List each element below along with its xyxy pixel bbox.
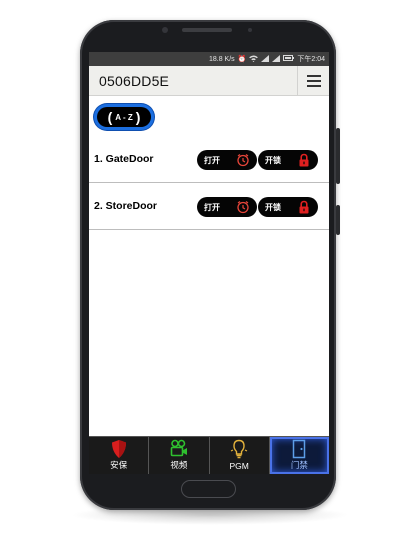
tab-pgm[interactable]: PGM (208, 436, 269, 474)
home-button[interactable] (181, 480, 236, 498)
status-bar: 18.8 K/s ⏰ 下午2:04 (89, 52, 329, 66)
shield-icon (111, 440, 126, 458)
sort-label: A - Z (115, 112, 133, 122)
app-screen: 18.8 K/s ⏰ 下午2:04 0506DD5E ( A - Z ) 1. … (89, 52, 329, 474)
unlock-door-button[interactable]: 开锁 (258, 197, 318, 217)
menu-button[interactable] (297, 66, 329, 95)
alarm-icon: ⏰ (237, 56, 247, 63)
hamburger-menu-icon (307, 75, 321, 77)
earpiece-speaker (182, 28, 232, 32)
door-name: 1. GateDoor (94, 153, 154, 165)
open-door-button[interactable]: 打开 (197, 197, 257, 217)
volume-button (336, 128, 340, 184)
door-name: 2. StoreDoor (94, 200, 158, 212)
tab-video[interactable]: 视频 (148, 436, 209, 474)
door-row: 2. StoreDoor 打开 开锁 (89, 183, 329, 230)
door-icon (293, 439, 306, 459)
power-button (336, 205, 340, 235)
front-camera (162, 27, 168, 33)
bottom-tab-bar: 安保 视频 PGM 门禁 (89, 436, 329, 474)
open-door-button[interactable]: 打开 (197, 150, 257, 170)
proximity-sensor (248, 28, 252, 32)
unlock-door-button[interactable]: 开锁 (258, 150, 318, 170)
bulb-icon (230, 439, 248, 459)
page-title: 0506DD5E (99, 73, 170, 89)
battery-icon (283, 55, 295, 63)
lock-icon (299, 153, 309, 167)
tab-security[interactable]: 安保 (89, 436, 149, 474)
door-row: 1. GateDoor 打开 开锁 (89, 136, 329, 183)
lock-icon (299, 200, 309, 214)
clock-time: 下午2:04 (297, 56, 325, 63)
wifi-icon (249, 54, 259, 64)
sort-icon: ( (107, 109, 113, 125)
video-camera-icon (170, 439, 187, 457)
signal-icon (272, 54, 281, 64)
app-header: 0506DD5E (89, 66, 329, 96)
sort-az-button[interactable]: ( A - Z ) (94, 104, 154, 130)
network-speed: 18.8 K/s (208, 55, 235, 63)
clock-icon (237, 201, 249, 214)
clock-icon (237, 154, 249, 167)
tab-access-control[interactable]: 门禁 (268, 436, 329, 474)
signal-icon (261, 54, 270, 64)
